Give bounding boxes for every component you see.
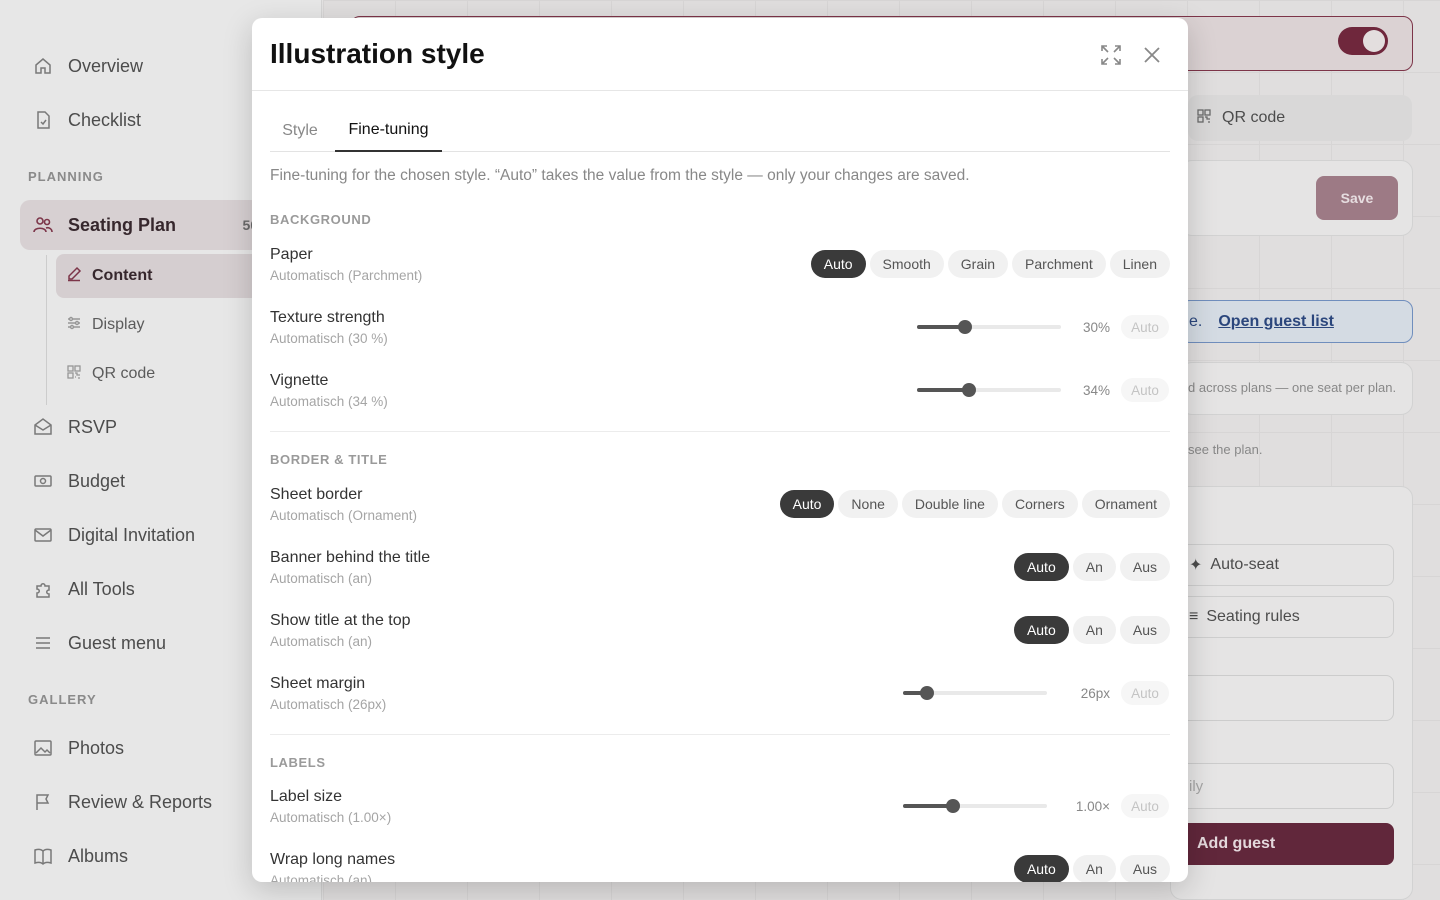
- divider: [270, 734, 1170, 735]
- banner-sub: Automatisch (an): [270, 571, 373, 586]
- tab-style[interactable]: Style: [270, 109, 330, 152]
- label-size-slider[interactable]: [903, 796, 1047, 816]
- label-size-auto-button[interactable]: Auto: [1121, 794, 1169, 818]
- banner-label: Banner behind the title: [270, 549, 431, 566]
- vignette-auto-button[interactable]: Auto: [1121, 378, 1169, 402]
- sheet-border-options: Auto None Double line Corners Ornament: [779, 490, 1170, 518]
- border-option-ornament[interactable]: Ornament: [1081, 490, 1170, 518]
- show-title-option-aus[interactable]: Aus: [1119, 616, 1170, 644]
- section-background: BACKGROUND: [270, 212, 372, 227]
- paper-option-grain[interactable]: Grain: [947, 250, 1009, 278]
- sheet-margin-auto-button[interactable]: Auto: [1121, 681, 1169, 705]
- show-title-sub: Automatisch (an): [270, 634, 373, 649]
- wrap-names-label: Wrap long names: [270, 851, 396, 868]
- paper-label: Paper: [270, 246, 313, 263]
- texture-slider[interactable]: [917, 317, 1061, 337]
- label-size-sub: Automatisch (1.00×): [270, 810, 392, 825]
- texture-sub: Automatisch (30 %): [270, 331, 388, 346]
- paper-option-auto[interactable]: Auto: [810, 250, 866, 278]
- sheet-margin-value: 26px: [1080, 686, 1110, 701]
- banner-option-auto[interactable]: Auto: [1013, 553, 1069, 581]
- intro-text: Fine-tuning for the chosen style. “Auto”…: [270, 167, 970, 184]
- banner-option-an[interactable]: An: [1072, 553, 1116, 581]
- close-icon[interactable]: [1139, 42, 1165, 68]
- sheet-margin-label: Sheet margin: [270, 675, 366, 692]
- wrap-option-auto[interactable]: Auto: [1013, 855, 1069, 882]
- sheet-margin-sub: Automatisch (26px): [270, 697, 387, 712]
- show-title-options: Auto An Aus: [1013, 616, 1170, 644]
- sheet-margin-slider[interactable]: [903, 683, 1047, 703]
- paper-sub: Automatisch (Parchment): [270, 268, 423, 283]
- wrap-option-aus[interactable]: Aus: [1119, 855, 1170, 882]
- label-size-value: 1.00×: [1075, 799, 1110, 814]
- banner-options: Auto An Aus: [1013, 553, 1170, 581]
- sheet-border-label: Sheet border: [270, 486, 363, 503]
- texture-auto-button[interactable]: Auto: [1121, 315, 1169, 339]
- divider: [270, 431, 1170, 432]
- border-option-corners[interactable]: Corners: [1001, 490, 1078, 518]
- wrap-names-options: Auto An Aus: [1013, 855, 1170, 882]
- border-option-double-line[interactable]: Double line: [901, 490, 998, 518]
- vignette-sub: Automatisch (34 %): [270, 394, 388, 409]
- paper-option-smooth[interactable]: Smooth: [869, 250, 944, 278]
- slider-thumb[interactable]: [957, 320, 972, 334]
- section-border-title: BORDER & TITLE: [270, 452, 388, 467]
- label-size-label: Label size: [270, 788, 343, 805]
- show-title-option-an[interactable]: An: [1072, 616, 1116, 644]
- modal-tabs: Style Fine-tuning: [270, 109, 1170, 152]
- paper-options: Auto Smooth Grain Parchment Linen: [810, 250, 1170, 278]
- banner-option-aus[interactable]: Aus: [1119, 553, 1170, 581]
- border-option-none[interactable]: None: [838, 490, 898, 518]
- slider-thumb[interactable]: [920, 686, 935, 700]
- modal-title: Illustration style: [270, 38, 485, 69]
- paper-option-parchment[interactable]: Parchment: [1012, 250, 1106, 278]
- border-option-auto[interactable]: Auto: [779, 490, 835, 518]
- texture-label: Texture strength: [270, 309, 385, 326]
- slider-thumb[interactable]: [946, 799, 961, 813]
- wrap-names-sub: Automatisch (an): [270, 873, 373, 882]
- vignette-slider[interactable]: [917, 380, 1061, 400]
- expand-icon[interactable]: [1098, 42, 1124, 68]
- show-title-option-auto[interactable]: Auto: [1013, 616, 1069, 644]
- modal-header: Illustration style: [252, 18, 1188, 91]
- paper-option-linen[interactable]: Linen: [1109, 250, 1170, 278]
- sheet-border-sub: Automatisch (Ornament): [270, 508, 418, 523]
- section-labels: LABELS: [270, 755, 326, 770]
- illustration-style-modal: Illustration style Style Fine-tuning Fin…: [252, 18, 1188, 882]
- slider-thumb[interactable]: [961, 383, 976, 397]
- vignette-label: Vignette: [270, 372, 329, 389]
- tab-fine-tuning[interactable]: Fine-tuning: [335, 109, 442, 152]
- texture-value: 30%: [1082, 320, 1110, 335]
- wrap-option-an[interactable]: An: [1072, 855, 1116, 882]
- vignette-value: 34%: [1082, 383, 1110, 398]
- show-title-label: Show title at the top: [270, 612, 411, 629]
